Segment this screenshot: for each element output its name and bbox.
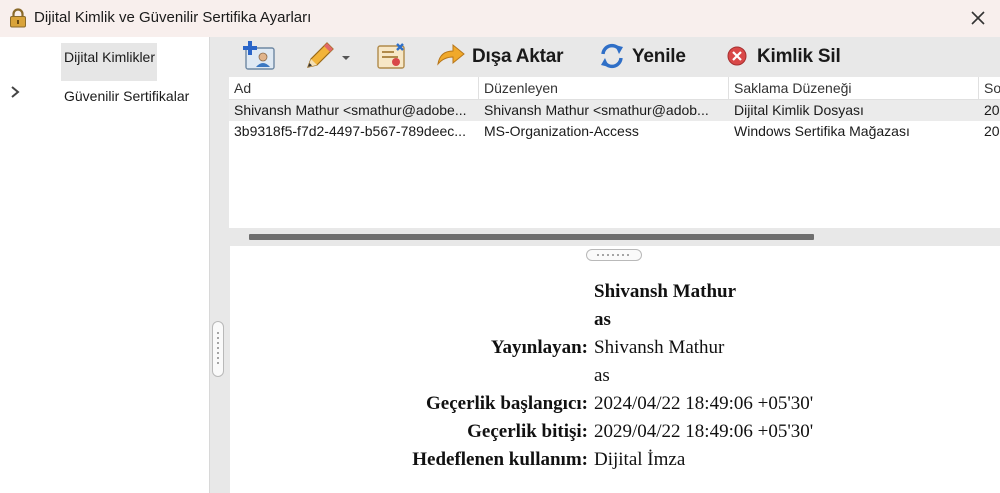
- refresh-label: Yenile: [632, 46, 686, 67]
- remove-id-button[interactable]: Kimlik Sil: [725, 37, 841, 77]
- edit-button[interactable]: [303, 37, 351, 77]
- valid-to-label: Geçerlik bitişi:: [467, 421, 588, 442]
- remove-icon: [725, 44, 749, 71]
- column-header-storage[interactable]: Saklama Düzeneği: [729, 77, 979, 99]
- cell-expires: 20: [984, 102, 1000, 118]
- add-id-button[interactable]: [241, 37, 277, 77]
- close-icon: [965, 11, 991, 33]
- nav-item-trusted-certificates[interactable]: Güvenilir Sertifikalar: [61, 82, 191, 120]
- cell-name: 3b9318f5-f7d2-4497-b567-789deec...: [234, 123, 466, 139]
- nav-item-digital-ids[interactable]: Dijital Kimlikler: [61, 43, 158, 81]
- pencil-icon: [303, 40, 337, 75]
- category-nav: Dijital Kimlikler Güvenilir Sertifikalar: [30, 37, 210, 493]
- cell-storage: Dijital Kimlik Dosyası: [734, 102, 864, 118]
- cell-name: Shivansh Mathur <smathur@adobe...: [234, 102, 467, 118]
- cell-issuer: Shivansh Mathur <smathur@adob...: [484, 102, 709, 118]
- column-header-name[interactable]: Ad: [229, 77, 479, 99]
- vertical-splitter-grip[interactable]: [212, 321, 224, 377]
- remove-id-label: Kimlik Sil: [757, 46, 841, 67]
- tree-expander-column: [0, 37, 30, 493]
- nav-item-label: Güvenilir Sertifikalar: [64, 88, 190, 104]
- valid-to-value: 2029/04/22 18:49:06 +05'30': [594, 421, 814, 442]
- digital-id-table: Ad Düzenleyen Saklama Düzeneği So Shivan…: [229, 77, 1000, 228]
- details-name-suffix: as: [594, 309, 611, 330]
- certificate-details-button[interactable]: [373, 37, 409, 77]
- lock-icon: [9, 8, 27, 31]
- valid-from-value: 2024/04/22 18:49:06 +05'30': [594, 393, 814, 414]
- title-bar: Dijital Kimlik ve Güvenilir Sertifika Ay…: [0, 0, 1000, 37]
- cell-storage: Windows Sertifika Mağazası: [734, 123, 910, 139]
- table-row[interactable]: 3b9318f5-f7d2-4497-b567-789deec... MS-Or…: [229, 121, 1000, 142]
- horizontal-scrollbar[interactable]: [229, 228, 1000, 246]
- issuer-label: Yayınlayan:: [490, 337, 588, 358]
- table-row[interactable]: Shivansh Mathur <smathur@adobe... Shivan…: [229, 100, 1000, 121]
- cell-expires: 20: [984, 123, 1000, 139]
- intended-usage-value: Dijital İmza: [594, 449, 686, 470]
- add-id-icon: [241, 40, 277, 75]
- nav-item-label: Dijital Kimlikler: [64, 49, 156, 65]
- horizontal-splitter-grip[interactable]: [586, 249, 642, 261]
- valid-from-label: Geçerlik başlangıcı:: [425, 393, 588, 414]
- chevron-right-icon[interactable]: [8, 85, 22, 102]
- chevron-down-icon[interactable]: [341, 49, 351, 65]
- toolbar: Dışa Aktar Yenile Kimlik Sil: [229, 37, 1000, 77]
- refresh-icon: [597, 41, 627, 74]
- column-header-issuer[interactable]: Düzenleyen: [479, 77, 729, 99]
- refresh-button[interactable]: Yenile: [597, 37, 686, 77]
- cell-issuer: MS-Organization-Access: [484, 123, 639, 139]
- export-button[interactable]: Dışa Aktar: [435, 37, 563, 77]
- close-button[interactable]: [965, 6, 991, 30]
- export-arrow-icon: [435, 42, 467, 73]
- window-title: Dijital Kimlik ve Güvenilir Sertifika Ay…: [34, 9, 312, 26]
- certificate-details: Shivansh Mathur as Yayınlayan: Shivansh …: [229, 262, 1000, 493]
- details-name: Shivansh Mathur: [594, 281, 737, 302]
- issuer-value: Shivansh Mathur: [594, 337, 725, 358]
- certificate-details-icon: [373, 40, 409, 75]
- vertical-splitter[interactable]: [209, 37, 230, 493]
- table-header: Ad Düzenleyen Saklama Düzeneği So: [229, 77, 1000, 100]
- column-header-expires[interactable]: So: [979, 77, 1000, 99]
- horizontal-scrollbar-thumb[interactable]: [249, 234, 814, 240]
- intended-usage-label: Hedeflenen kullanım:: [412, 449, 588, 470]
- export-label: Dışa Aktar: [472, 46, 564, 67]
- issuer-value-suffix: as: [594, 365, 610, 386]
